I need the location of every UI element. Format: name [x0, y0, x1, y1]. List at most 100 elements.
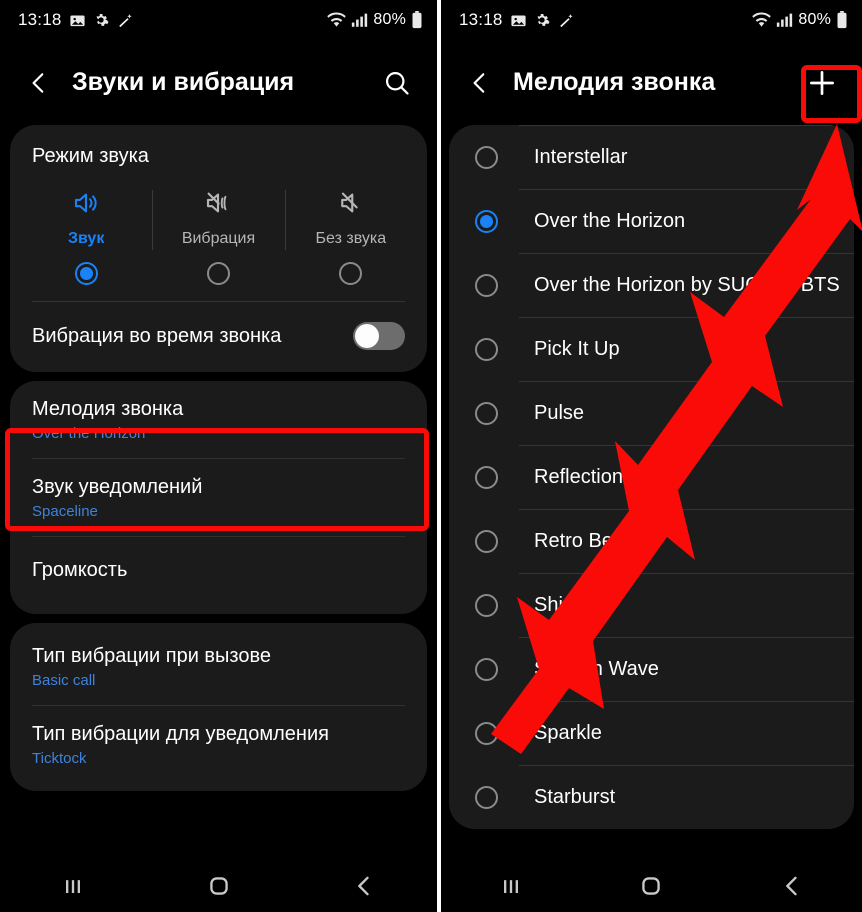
- status-bar-clock: 13:18: [459, 10, 503, 29]
- setting-row-ringtone[interactable]: Мелодия звонка Over the Horizon: [10, 381, 427, 458]
- vibration-settings-card: Тип вибрации при вызове Basic call Тип в…: [10, 623, 427, 791]
- ringtone-label: Reflection: [534, 465, 623, 488]
- radio-mute[interactable]: [339, 262, 363, 285]
- setting-row-notification-sound[interactable]: Звук уведомлений Spaceline: [10, 459, 427, 536]
- divider: [519, 125, 854, 126]
- sound-settings-card: Мелодия звонка Over the Horizon Звук уве…: [10, 381, 427, 614]
- ringtone-radio[interactable]: [475, 337, 498, 361]
- wifi-icon: [752, 12, 772, 29]
- sound-mode-radios: [10, 252, 427, 301]
- list-item[interactable]: Pulse: [449, 381, 854, 445]
- divider: [519, 701, 854, 702]
- vibrate-while-ringing-toggle[interactable]: [353, 322, 405, 350]
- divider: [519, 189, 854, 190]
- image-icon: [69, 12, 86, 29]
- sound-mode-label-vibrate: Вибрация: [181, 230, 256, 247]
- list-item[interactable]: Interstellar: [449, 125, 854, 189]
- list-item[interactable]: Retro Beep: [449, 509, 854, 573]
- chevron-left-icon: [32, 72, 44, 93]
- sound-mode-radio-cell-mute[interactable]: [285, 262, 417, 285]
- setting-row-call-vibration[interactable]: Тип вибрации при вызове Basic call: [10, 623, 427, 705]
- list-item[interactable]: Sparkle: [449, 701, 854, 765]
- back-button[interactable]: [461, 64, 499, 102]
- recents-button[interactable]: [441, 872, 581, 900]
- back-nav-button[interactable]: [291, 872, 437, 900]
- setting-row-volume[interactable]: Громкость: [10, 537, 427, 608]
- recents-button[interactable]: [0, 872, 146, 900]
- sound-mode-radio-cell-vibrate[interactable]: [152, 262, 284, 285]
- home-button[interactable]: [581, 872, 721, 900]
- right-phone-screen: 13:18 80% Мелодия звонка Interstellar Ov…: [441, 0, 862, 912]
- ringtone-list: Interstellar Over the Horizon Over the H…: [449, 125, 854, 829]
- back-chevron-icon: [785, 876, 797, 896]
- setting-row-notification-vibration-title: Тип вибрации для уведомления: [32, 723, 329, 745]
- home-icon: [209, 877, 228, 895]
- recents-icon: [504, 880, 519, 893]
- ringtone-radio[interactable]: [475, 401, 498, 425]
- magic-wand-icon: [116, 12, 133, 29]
- setting-row-volume-title: Громкость: [32, 559, 128, 581]
- divider: [519, 573, 854, 574]
- sound-mode-options: Звук Вибрация Без звука: [10, 172, 427, 252]
- ringtone-radio[interactable]: [475, 721, 498, 745]
- ringtone-radio[interactable]: [475, 465, 498, 489]
- status-bar-left: 13:18: [459, 10, 574, 30]
- radio-vibrate[interactable]: [206, 262, 230, 285]
- status-bar: 13:18 80%: [441, 0, 862, 40]
- radio-sound[interactable]: [74, 262, 98, 285]
- vibrate-while-ringing-row[interactable]: Вибрация во время звонка: [10, 302, 427, 372]
- divider: [519, 637, 854, 638]
- chevron-left-icon: [473, 72, 485, 93]
- list-item[interactable]: Starburst: [449, 765, 854, 829]
- divider: [519, 445, 854, 446]
- list-item[interactable]: Pick It Up: [449, 317, 854, 381]
- page-title: Звуки и вибрация: [72, 68, 295, 96]
- list-item[interactable]: Reflection: [449, 445, 854, 509]
- ringtone-label: Over the Horizon: [534, 209, 686, 232]
- ringtone-label: Retro Beep: [534, 529, 636, 552]
- plus-icon: [810, 70, 834, 95]
- back-chevron-icon: [358, 876, 369, 896]
- sound-mode-option-sound[interactable]: Звук: [20, 184, 152, 248]
- list-item[interactable]: Smooth Wave: [449, 637, 854, 701]
- home-button[interactable]: [146, 872, 292, 900]
- ringtone-radio[interactable]: [475, 593, 498, 617]
- search-button[interactable]: [375, 61, 419, 105]
- left-phone-screen: 13:18 80% Звуки и вибрация Режим звука З…: [0, 0, 437, 912]
- status-bar-right: 80%: [752, 11, 848, 29]
- add-ringtone-button[interactable]: [800, 61, 844, 105]
- ringtone-radio[interactable]: [475, 273, 498, 297]
- ringtone-radio[interactable]: [475, 145, 498, 169]
- ringtone-label: Pick It Up: [534, 337, 620, 360]
- gear-icon: [534, 12, 550, 28]
- list-item[interactable]: Over the Horizon: [449, 189, 854, 253]
- ringtone-label: Shimmer: [534, 593, 615, 616]
- ringtone-label: Sparkle: [534, 721, 602, 744]
- divider: [519, 253, 854, 254]
- signal-icon: [776, 12, 793, 28]
- setting-row-notification-vibration[interactable]: Тип вибрации для уведомления Ticktock: [10, 706, 427, 783]
- sound-mode-radio-cell-sound[interactable]: [20, 262, 152, 285]
- back-nav-button[interactable]: [722, 872, 862, 900]
- page-title: Мелодия звонка: [513, 68, 716, 96]
- ringtone-radio[interactable]: [475, 529, 498, 553]
- setting-row-notification-sound-title: Звук уведомлений: [32, 476, 203, 498]
- ringtone-label: Starburst: [534, 785, 616, 808]
- search-icon: [385, 71, 409, 95]
- list-item[interactable]: Over the Horizon by SUGA of BTS: [449, 253, 854, 317]
- ringtone-radio[interactable]: [475, 657, 498, 681]
- setting-row-ringtone-title: Мелодия звонка: [32, 398, 184, 420]
- speaker-vibrate-icon: [203, 184, 233, 222]
- signal-icon: [351, 12, 368, 28]
- sound-mode-option-mute[interactable]: Без звука: [284, 184, 417, 250]
- setting-row-notification-sound-value: Spaceline: [32, 503, 98, 520]
- divider: [519, 317, 854, 318]
- back-button[interactable]: [20, 64, 58, 102]
- ringtone-label: Over the Horizon by SUGA of BTS: [534, 273, 840, 296]
- home-icon: [642, 877, 661, 895]
- ringtone-radio-selected[interactable]: [475, 209, 498, 233]
- status-bar: 13:18 80%: [0, 0, 437, 40]
- ringtone-radio[interactable]: [475, 785, 498, 809]
- list-item[interactable]: Shimmer: [449, 573, 854, 637]
- sound-mode-option-vibrate[interactable]: Вибрация: [152, 184, 284, 250]
